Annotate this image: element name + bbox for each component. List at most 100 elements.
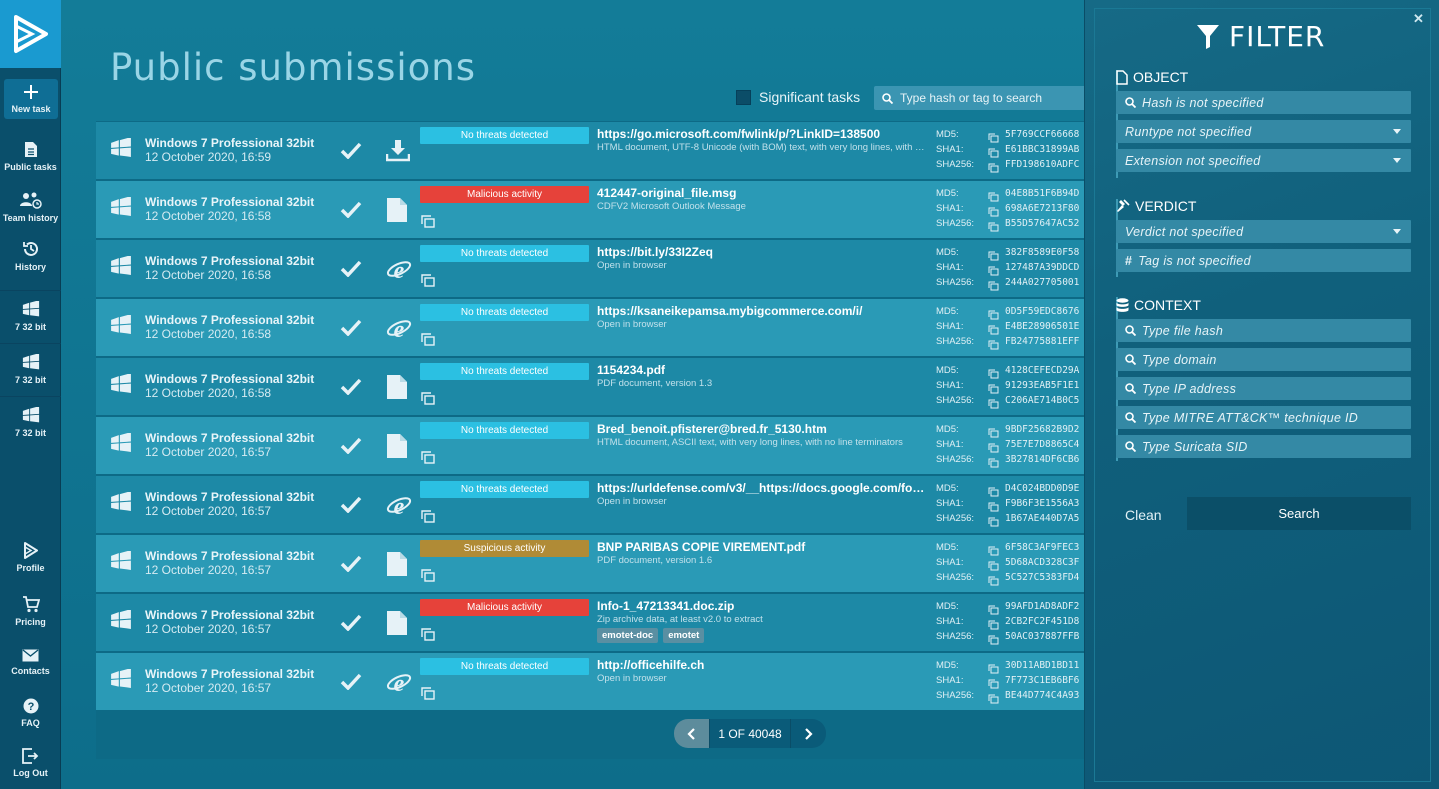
sha256-value[interactable]: FFD198610ADFC bbox=[1005, 159, 1088, 170]
copy-icon[interactable] bbox=[988, 396, 999, 409]
clean-button[interactable]: Clean bbox=[1125, 507, 1162, 523]
sha256-value[interactable]: 244A027705001 bbox=[1005, 277, 1088, 288]
close-icon[interactable]: ✕ bbox=[1413, 11, 1424, 27]
table-row[interactable]: Windows 7 Professional 32bit 12 October 2… bbox=[96, 594, 1088, 651]
copy-icon[interactable] bbox=[988, 632, 999, 645]
sha1-value[interactable]: 91293EAB5F1E1 bbox=[1005, 380, 1088, 391]
sha256-value[interactable]: 1B67AE440D7A5 bbox=[1005, 513, 1088, 524]
sha256-value[interactable]: 50AC037887FFB bbox=[1005, 631, 1088, 642]
runtype-select[interactable]: Runtype not specified bbox=[1116, 120, 1411, 143]
sha256-value[interactable]: B55D57647AC52 bbox=[1005, 218, 1088, 229]
sha1-value[interactable]: 127487A39DDCD bbox=[1005, 262, 1088, 273]
sha256-value[interactable]: 5C527C5383FD4 bbox=[1005, 572, 1088, 583]
copy-icon[interactable] bbox=[988, 278, 999, 291]
task-name-link[interactable]: https://go.microsoft.com/fwlink/p/?LinkI… bbox=[597, 127, 927, 141]
sidebar-item-new-task[interactable]: New task bbox=[4, 79, 58, 119]
copy-icon[interactable] bbox=[988, 602, 999, 615]
copy-icon[interactable] bbox=[988, 337, 999, 350]
table-row[interactable]: Windows 7 Professional 32bit 12 October 2… bbox=[96, 417, 1088, 474]
copy-icon[interactable] bbox=[988, 543, 999, 556]
sidebar-item-public-tasks[interactable]: Public tasks bbox=[0, 136, 61, 178]
hash-tag-search-input[interactable]: Type hash or tag to search bbox=[874, 86, 1089, 110]
sha256-value[interactable]: C206AE714B0C5 bbox=[1005, 395, 1088, 406]
md5-value[interactable]: 0D5F59EDC8676 bbox=[1005, 306, 1088, 317]
sidebar-item-win7-3[interactable]: 7 32 bit bbox=[0, 396, 61, 448]
copy-task-icon[interactable] bbox=[421, 510, 435, 528]
copy-task-icon[interactable] bbox=[421, 451, 435, 469]
significant-tasks-toggle[interactable]: Significant tasks bbox=[736, 89, 860, 105]
sha1-value[interactable]: E4BE28906501E bbox=[1005, 321, 1088, 332]
md5-value[interactable]: 4128CEFECD29A bbox=[1005, 365, 1088, 376]
md5-value[interactable]: D4C024BDD0D9E bbox=[1005, 483, 1088, 494]
tag-filter-input[interactable]: # Tag is not specified bbox=[1116, 249, 1411, 272]
task-name-link[interactable]: https://bit.ly/33I2Zeq bbox=[597, 245, 927, 259]
next-page-button[interactable] bbox=[791, 719, 826, 748]
copy-icon[interactable] bbox=[988, 248, 999, 261]
md5-value[interactable]: 6F58C3AF9FEC3 bbox=[1005, 542, 1088, 553]
md5-value[interactable]: 30D11ABD1BD11 bbox=[1005, 660, 1088, 671]
task-name-link[interactable]: https://ksaneikepamsa.mybigcommerce.com/… bbox=[597, 304, 927, 318]
copy-icon[interactable] bbox=[988, 145, 999, 158]
copy-icon[interactable] bbox=[988, 484, 999, 497]
task-name-link[interactable]: BNP PARIBAS COPIE VIREMENT.pdf bbox=[597, 540, 927, 554]
copy-task-icon[interactable] bbox=[421, 274, 435, 292]
sidebar-item-win7-2[interactable]: 7 32 bit bbox=[0, 343, 61, 395]
table-row[interactable]: Windows 7 Professional 32bit 12 October 2… bbox=[96, 653, 1088, 710]
sha256-value[interactable]: 3B27814DF6CB6 bbox=[1005, 454, 1088, 465]
copy-task-icon[interactable] bbox=[421, 215, 435, 233]
app-logo[interactable] bbox=[0, 0, 61, 68]
mitre-technique-input[interactable]: Type MITRE ATT&CK™ technique ID bbox=[1116, 406, 1411, 429]
copy-icon[interactable] bbox=[988, 189, 999, 202]
verdict-select[interactable]: Verdict not specified bbox=[1116, 220, 1411, 243]
table-row[interactable]: Windows 7 Professional 32bit 12 October 2… bbox=[96, 299, 1088, 356]
copy-icon[interactable] bbox=[988, 691, 999, 704]
sha1-value[interactable]: F9B6F3E1556A3 bbox=[1005, 498, 1088, 509]
sha1-value[interactable]: 5D68ACD328C3F bbox=[1005, 557, 1088, 568]
copy-icon[interactable] bbox=[988, 130, 999, 143]
copy-icon[interactable] bbox=[988, 263, 999, 276]
sidebar-item-win7-1[interactable]: 7 32 bit bbox=[0, 290, 61, 342]
sha1-value[interactable]: 75E7E7D8865C4 bbox=[1005, 439, 1088, 450]
significant-tasks-checkbox[interactable] bbox=[736, 89, 751, 105]
table-row[interactable]: Windows 7 Professional 32bit 12 October 2… bbox=[96, 358, 1088, 415]
suricata-sid-input[interactable]: Type Suricata SID bbox=[1116, 435, 1411, 458]
table-row[interactable]: Windows 7 Professional 32bit 12 October 2… bbox=[96, 476, 1088, 533]
sidebar-item-history[interactable]: History bbox=[0, 236, 61, 276]
copy-task-icon[interactable] bbox=[421, 333, 435, 351]
task-name-link[interactable]: http://officehilfe.ch bbox=[597, 658, 927, 672]
copy-icon[interactable] bbox=[988, 204, 999, 217]
sha1-value[interactable]: 698A6E7213F80 bbox=[1005, 203, 1088, 214]
sidebar-item-team-history[interactable]: Team history bbox=[0, 186, 61, 228]
copy-icon[interactable] bbox=[988, 366, 999, 379]
prev-page-button[interactable] bbox=[674, 719, 709, 748]
sidebar-item-logout[interactable]: Log Out bbox=[0, 742, 61, 784]
search-button[interactable]: Search bbox=[1187, 497, 1411, 530]
copy-icon[interactable] bbox=[988, 558, 999, 571]
task-name-link[interactable]: Info-1_47213341.doc.zip bbox=[597, 599, 927, 613]
table-row[interactable]: Windows 7 Professional 32bit 12 October 2… bbox=[96, 535, 1088, 592]
tag-chip[interactable]: emotet bbox=[663, 628, 705, 643]
hash-filter-input[interactable]: Hash is not specified bbox=[1116, 91, 1411, 114]
copy-icon[interactable] bbox=[988, 661, 999, 674]
table-row[interactable]: Windows 7 Professional 32bit 12 October 2… bbox=[96, 122, 1088, 179]
sidebar-item-faq[interactable]: ? FAQ bbox=[0, 692, 61, 734]
table-row[interactable]: Windows 7 Professional 32bit 12 October 2… bbox=[96, 181, 1088, 238]
copy-icon[interactable] bbox=[988, 499, 999, 512]
task-name-link[interactable]: 412447-original_file.msg bbox=[597, 186, 927, 200]
domain-input[interactable]: Type domain bbox=[1116, 348, 1411, 371]
copy-icon[interactable] bbox=[988, 307, 999, 320]
copy-icon[interactable] bbox=[988, 381, 999, 394]
copy-icon[interactable] bbox=[988, 617, 999, 630]
sha1-value[interactable]: 7F773C1EB6BF6 bbox=[1005, 675, 1088, 686]
ip-address-input[interactable]: Type IP address bbox=[1116, 377, 1411, 400]
copy-icon[interactable] bbox=[988, 455, 999, 468]
copy-icon[interactable] bbox=[988, 573, 999, 586]
sha256-value[interactable]: FB24775881EFF bbox=[1005, 336, 1088, 347]
copy-icon[interactable] bbox=[988, 676, 999, 689]
sha1-value[interactable]: 2CB2FC2F451D8 bbox=[1005, 616, 1088, 627]
table-row[interactable]: Windows 7 Professional 32bit 12 October 2… bbox=[96, 240, 1088, 297]
copy-task-icon[interactable] bbox=[421, 569, 435, 587]
copy-icon[interactable] bbox=[988, 219, 999, 232]
md5-value[interactable]: 5F769CCF66668 bbox=[1005, 129, 1088, 140]
sidebar-item-contacts[interactable]: Contacts bbox=[0, 642, 61, 684]
